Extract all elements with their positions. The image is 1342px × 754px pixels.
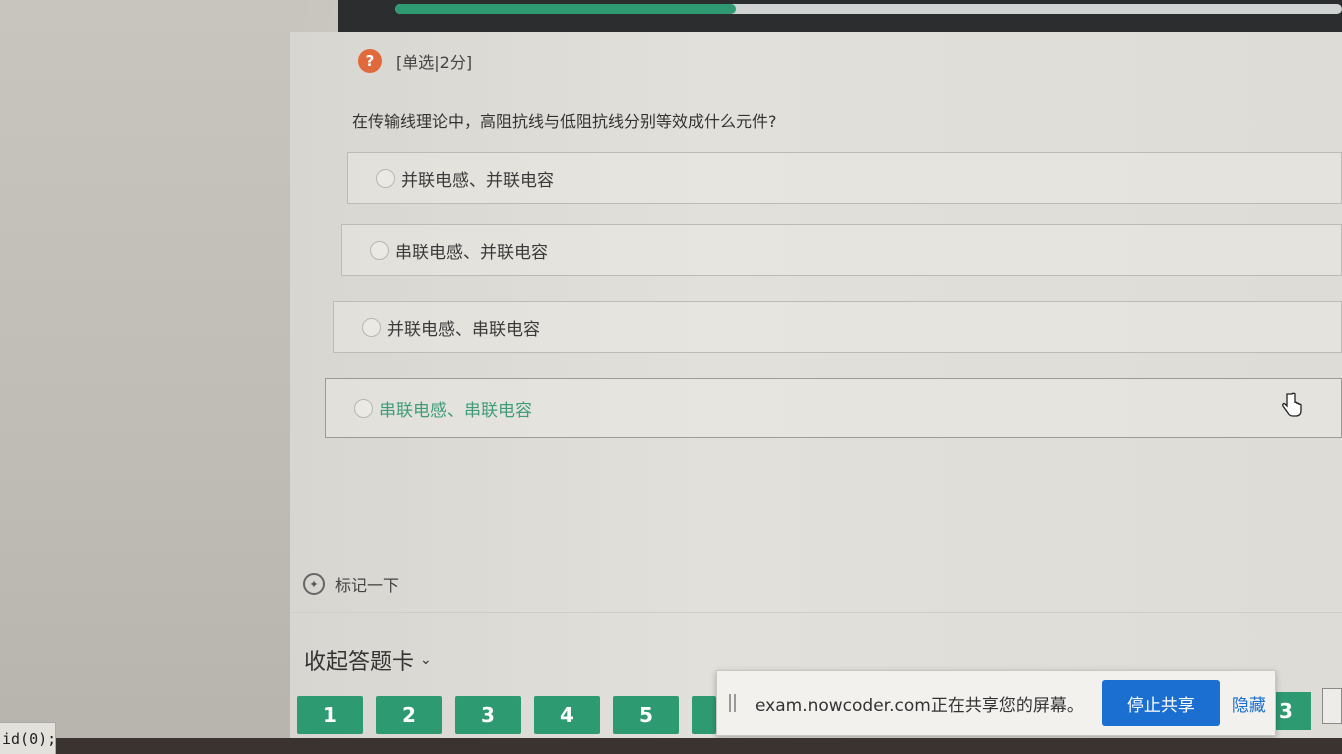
question-number-button[interactable] — [692, 696, 716, 734]
question-text: 在传输线理论中，高阻抗线与低阻抗线分别等效成什么元件? — [352, 112, 777, 131]
question-number-button[interactable]: 4 — [534, 696, 600, 734]
drag-handle-icon[interactable] — [729, 694, 741, 712]
question-nav: 1 2 3 4 5 — [297, 696, 716, 734]
collapse-label: 收起答题卡 — [304, 650, 415, 675]
progress-bar — [395, 4, 1342, 14]
collapse-answer-card-button[interactable]: 收起答题卡 ⌄ — [304, 644, 432, 676]
question-number-button[interactable]: 5 — [613, 696, 679, 734]
chevron-down-icon: ⌄ — [420, 652, 432, 668]
option-b[interactable]: 串联电感、并联电容 — [341, 224, 1342, 276]
progress-fill — [395, 4, 736, 14]
question-number-button[interactable]: 2 — [376, 696, 442, 734]
question-number-button[interactable]: 3 — [455, 696, 521, 734]
share-message: exam.nowcoder.com正在共享您的屏幕。 — [755, 695, 1084, 716]
option-label: 并联电感、并联电容 — [401, 170, 554, 191]
question-type-row: ? [单选|2分] — [358, 48, 472, 74]
question-icon: ? — [358, 49, 382, 73]
left-panel — [0, 0, 300, 754]
screen-share-bar: exam.nowcoder.com正在共享您的屏幕。 停止共享 隐藏 — [716, 670, 1276, 736]
question-number-button[interactable]: 1 — [297, 696, 363, 734]
hide-link[interactable]: 隐藏 — [1232, 691, 1266, 716]
question-number-button[interactable] — [1322, 688, 1342, 724]
radio-button[interactable] — [376, 168, 395, 188]
option-label: 并联电感、串联电容 — [387, 319, 540, 340]
question-type-label: [单选|2分] — [396, 53, 473, 72]
option-c[interactable]: 并联电感、串联电容 — [333, 301, 1342, 353]
option-label: 串联电感、串联电容 — [379, 400, 532, 421]
hand-cursor-icon — [1282, 392, 1302, 417]
option-label: 串联电感、并联电容 — [395, 242, 548, 263]
radio-button[interactable] — [362, 317, 381, 337]
status-bar-text: id(0); — [0, 722, 56, 754]
option-a[interactable]: 并联电感、并联电容 — [347, 152, 1342, 204]
screen-bezel — [56, 738, 1342, 754]
mark-label: 标记一下 — [335, 576, 400, 595]
divider — [290, 612, 1342, 613]
radio-button[interactable] — [370, 240, 389, 260]
stop-sharing-button[interactable]: 停止共享 — [1101, 680, 1220, 726]
pin-icon: ✦ — [303, 573, 325, 595]
radio-button[interactable] — [354, 398, 373, 418]
mark-question-button[interactable]: ✦ 标记一下 — [303, 572, 399, 596]
option-d[interactable]: 串联电感、串联电容 — [325, 378, 1342, 438]
